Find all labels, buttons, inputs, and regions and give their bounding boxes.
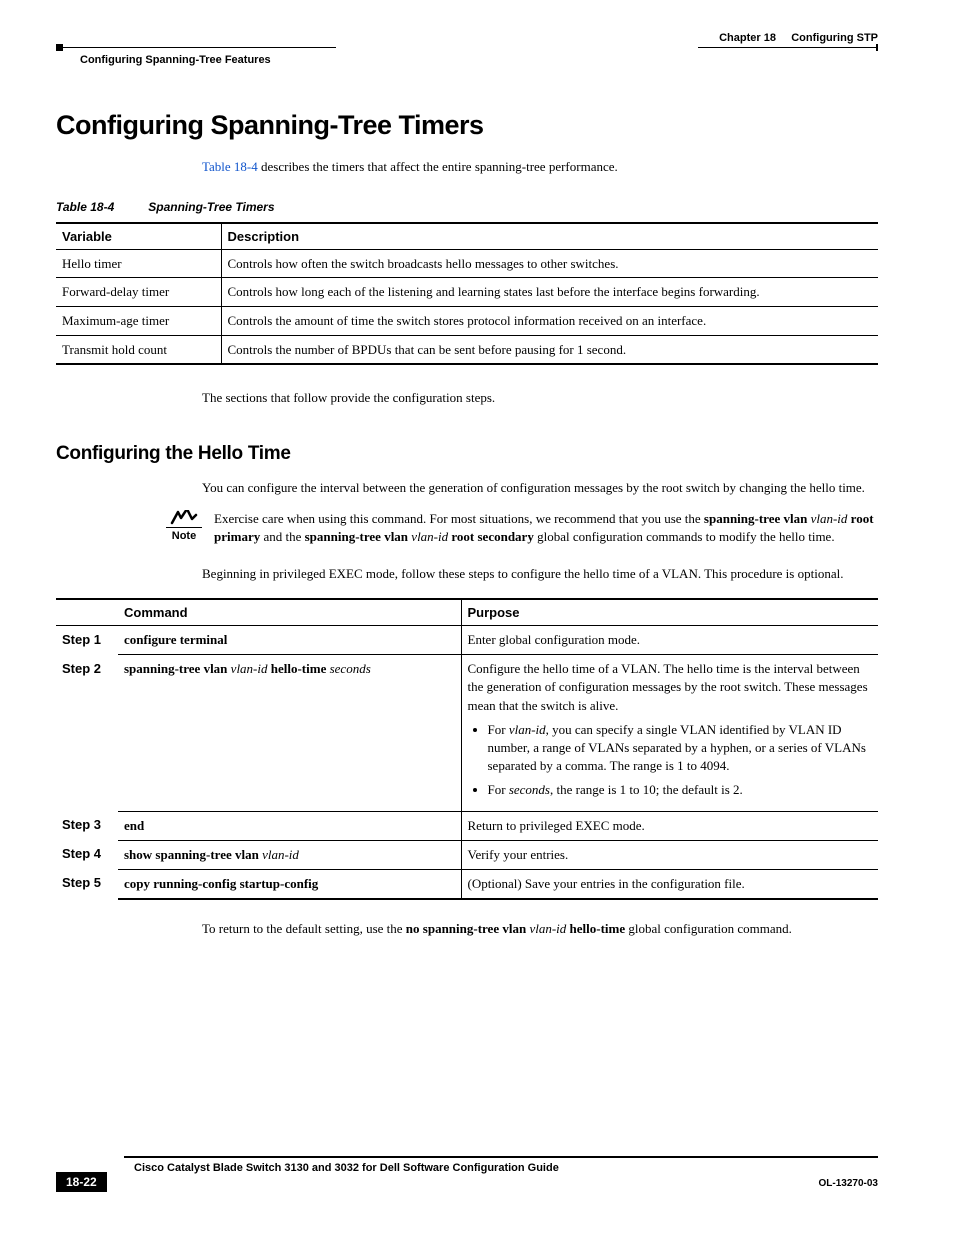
header-tick	[876, 44, 878, 51]
step-label: Step 1	[56, 626, 118, 655]
th-blank	[56, 599, 118, 626]
running-header-left: Configuring Spanning-Tree Features	[80, 54, 271, 66]
table-row: Step 5 copy running-config startup-confi…	[56, 869, 878, 899]
header-rule-left	[56, 47, 336, 48]
paragraph: To return to the default setting, use th…	[202, 920, 878, 938]
chapter-label: Chapter 18	[719, 32, 776, 44]
section-heading: Configuring the Hello Time	[56, 443, 878, 465]
command-cell: spanning-tree vlan vlan-id hello-time se…	[118, 655, 461, 811]
list-item: For vlan-id, you can specify a single VL…	[488, 721, 873, 776]
table-row: Step 2 spanning-tree vlan vlan-id hello-…	[56, 655, 878, 811]
purpose-cell: Verify your entries.	[461, 840, 878, 869]
var-cell: Forward-delay timer	[56, 278, 221, 307]
th-description: Description	[221, 223, 878, 250]
page-title: Configuring Spanning-Tree Timers	[56, 110, 878, 141]
footer-book-title: Cisco Catalyst Blade Switch 3130 and 303…	[134, 1162, 559, 1174]
purpose-cell: (Optional) Save your entries in the conf…	[461, 869, 878, 899]
list-item: For seconds, the range is 1 to 10; the d…	[488, 781, 873, 799]
var-cell: Maximum-age timer	[56, 306, 221, 335]
desc-cell: Controls the amount of time the switch s…	[221, 306, 878, 335]
table-caption: Table 18-4 Spanning-Tree Timers	[56, 200, 878, 214]
footer-doc-id: OL-13270-03	[819, 1178, 878, 1189]
step-label: Step 5	[56, 869, 118, 899]
steps-table: Command Purpose Step 1 configure termina…	[56, 598, 878, 900]
table-number: Table 18-4	[56, 200, 114, 214]
note-text: Exercise care when using this command. F…	[214, 510, 878, 546]
footer-rule	[124, 1156, 878, 1158]
purpose-cell: Configure the hello time of a VLAN. The …	[461, 655, 878, 811]
note-icon: Note	[166, 510, 202, 546]
chapter-title: Configuring STP	[791, 32, 878, 44]
intro-paragraph: Table 18-4 describes the timers that aff…	[202, 159, 878, 176]
desc-cell: Controls how long each of the listening …	[221, 278, 878, 307]
timers-table: Variable Description Hello timer Control…	[56, 222, 878, 365]
command-cell: end	[118, 811, 461, 840]
var-cell: Transmit hold count	[56, 335, 221, 364]
table-reference-link[interactable]: Table 18-4	[202, 159, 258, 174]
intro-text: describes the timers that affect the ent…	[258, 159, 618, 174]
command-cell: copy running-config startup-config	[118, 869, 461, 899]
purpose-cell: Enter global configuration mode.	[461, 626, 878, 655]
table-row: Step 4 show spanning-tree vlan vlan-id V…	[56, 840, 878, 869]
step-label: Step 4	[56, 840, 118, 869]
purpose-cell: Return to privileged EXEC mode.	[461, 811, 878, 840]
desc-cell: Controls how often the switch broadcasts…	[221, 249, 878, 278]
th-purpose: Purpose	[461, 599, 878, 626]
var-cell: Hello timer	[56, 249, 221, 278]
table-row: Forward-delay timer Controls how long ea…	[56, 278, 878, 307]
command-cell: show spanning-tree vlan vlan-id	[118, 840, 461, 869]
th-command: Command	[118, 599, 461, 626]
th-variable: Variable	[56, 223, 221, 250]
paragraph: You can configure the interval between t…	[202, 479, 878, 497]
table-row: Step 1 configure terminal Enter global c…	[56, 626, 878, 655]
running-header-right: Chapter 18 Configuring STP	[719, 32, 878, 44]
desc-cell: Controls the number of BPDUs that can be…	[221, 335, 878, 364]
table-row: Step 3 end Return to privileged EXEC mod…	[56, 811, 878, 840]
table-row: Maximum-age timer Controls the amount of…	[56, 306, 878, 335]
paragraph: Beginning in privileged EXEC mode, follo…	[202, 565, 878, 583]
table-row: Hello timer Controls how often the switc…	[56, 249, 878, 278]
note-label: Note	[166, 527, 202, 544]
step-label: Step 2	[56, 655, 118, 811]
note-block: Note Exercise care when using this comma…	[166, 510, 878, 546]
after-table-text: The sections that follow provide the con…	[202, 389, 878, 407]
footer-page-number: 18-22	[56, 1172, 107, 1192]
header-square-icon	[56, 44, 63, 51]
header-rule	[698, 47, 878, 48]
step-label: Step 3	[56, 811, 118, 840]
table-row: Transmit hold count Controls the number …	[56, 335, 878, 364]
command-cell: configure terminal	[118, 626, 461, 655]
table-title: Spanning-Tree Timers	[148, 200, 274, 214]
